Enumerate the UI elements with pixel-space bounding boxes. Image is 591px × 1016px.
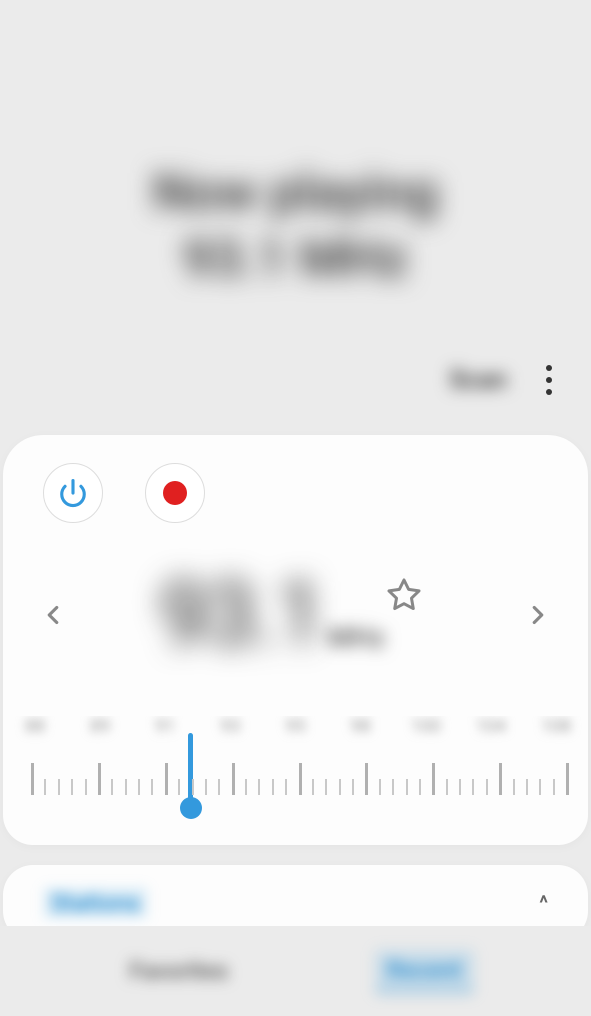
scan-button[interactable]: Scan [449,365,507,395]
frequency-unit: MHz [327,621,385,654]
frequency-dial[interactable]: 88 89 91 93 95 98 100 104 108 [3,716,588,826]
tab-recent[interactable]: Recent [375,950,474,993]
header-area: Now playing 93.1 MHz Scan [0,0,591,430]
dial-knob[interactable] [180,797,202,819]
more-options-icon[interactable] [537,360,561,400]
frequency-value: 93.1 [159,563,323,666]
power-icon [58,478,88,508]
dial-label: 100 [406,716,446,737]
dial-label: 93 [210,716,250,737]
dial-label: 88 [15,716,55,737]
dial-label: 95 [276,716,316,737]
dial-ticks [3,755,588,805]
dial-label: 104 [471,716,511,737]
frequency-display: 93.1 MHz [159,563,431,666]
favorite-star-icon[interactable] [386,577,422,613]
dial-labels: 88 89 91 93 95 98 100 104 108 [3,716,588,737]
now-playing-label: Now playing [153,142,439,223]
bottom-tabs: Favorites Recent [0,926,591,1016]
top-controls: Scan [449,360,561,400]
dial-label: 108 [536,716,576,737]
tab-favorites[interactable]: Favorites [117,951,240,991]
record-button[interactable] [145,463,205,523]
dial-label: 89 [80,716,120,737]
stations-label: Stations [43,887,148,919]
frequency-row: 93.1 MHz [3,523,588,666]
expand-up-icon[interactable]: ^ [539,891,548,915]
dial-label: 91 [145,716,185,737]
previous-station-icon[interactable] [38,600,68,630]
now-playing-frequency: 93.1 MHz [183,228,408,289]
control-buttons-row [3,463,588,523]
next-station-icon[interactable] [523,600,553,630]
dial-label: 98 [341,716,381,737]
record-icon [163,481,187,505]
power-button[interactable] [43,463,103,523]
player-card: 93.1 MHz 88 89 91 93 95 98 100 104 108 [3,435,588,845]
